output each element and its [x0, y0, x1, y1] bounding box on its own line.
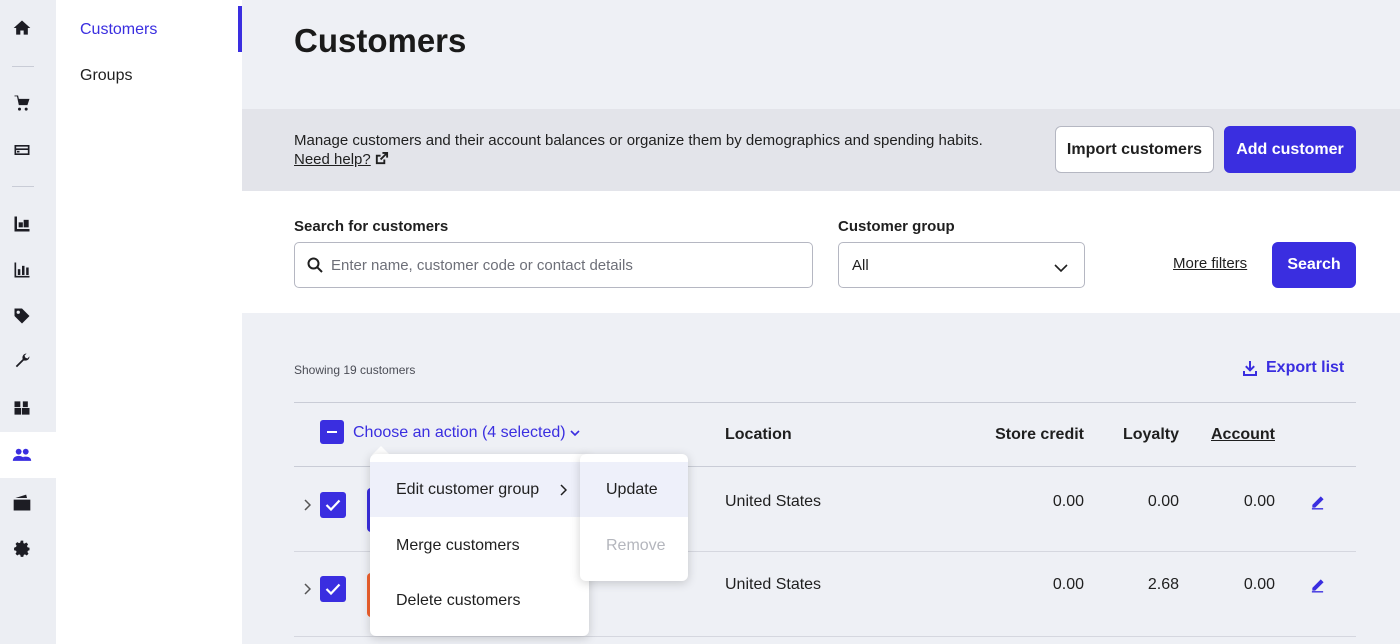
products-icon[interactable]: [10, 396, 34, 420]
customer-group-value: All: [852, 257, 869, 274]
menu-item-delete-customers[interactable]: Delete customers: [370, 573, 589, 628]
cell-loyalty: 2.68: [1147, 576, 1179, 593]
download-icon: [1243, 361, 1257, 376]
wrench-icon[interactable]: [10, 349, 34, 373]
customers-icon[interactable]: [10, 443, 34, 467]
search-button[interactable]: Search: [1272, 242, 1356, 288]
rail-divider: [12, 186, 34, 187]
check-icon: [325, 499, 341, 512]
home-icon[interactable]: [10, 16, 34, 40]
edit-pencil-icon[interactable]: [1310, 578, 1326, 594]
expand-row-chevron-icon[interactable]: [303, 582, 313, 595]
tag-icon[interactable]: [10, 304, 34, 328]
need-help-link[interactable]: Need help?: [294, 151, 371, 168]
cell-location: United States: [725, 493, 822, 510]
cell-store-credit: 0.00: [1052, 493, 1084, 510]
sub-navigation: Customers Groups: [56, 0, 242, 644]
subnav-item-groups[interactable]: Groups: [80, 67, 132, 85]
chevron-down-icon: [570, 430, 580, 437]
page-title: Customers: [294, 22, 467, 59]
external-link-icon[interactable]: [374, 151, 389, 166]
minus-icon: [327, 431, 337, 433]
choose-action-dropdown[interactable]: Choose an action (4 selected): [353, 424, 580, 442]
select-all-checkbox[interactable]: [320, 420, 344, 444]
cart-icon[interactable]: [10, 91, 34, 115]
settings-icon[interactable]: [10, 537, 34, 561]
row-checkbox[interactable]: [320, 576, 346, 602]
banner-description: Manage customers and their account balan…: [294, 132, 983, 149]
action-menu: Edit customer group Merge customers Dele…: [370, 454, 589, 636]
search-label: Search for customers: [294, 218, 449, 235]
menu-item-edit-customer-group[interactable]: Edit customer group: [370, 462, 589, 517]
register-icon[interactable]: [10, 138, 34, 162]
expand-row-chevron-icon[interactable]: [303, 498, 313, 511]
inventory-icon[interactable]: [10, 212, 34, 236]
cell-store-credit: 0.00: [1052, 576, 1084, 593]
cell-account: 0.00: [1243, 576, 1275, 593]
icon-rail: [0, 0, 56, 644]
more-filters-link[interactable]: More filters: [1173, 255, 1247, 272]
edit-pencil-icon[interactable]: [1310, 495, 1326, 511]
submenu-item-update[interactable]: Update: [580, 462, 688, 517]
menu-item-label: Edit customer group: [396, 480, 540, 498]
info-banner: Manage customers and their account balan…: [242, 109, 1400, 191]
subnav-item-customers[interactable]: Customers: [80, 21, 157, 39]
search-box: [294, 242, 813, 288]
cell-loyalty: 0.00: [1147, 493, 1179, 510]
choose-action-label: Choose an action (4 selected): [353, 424, 566, 441]
export-list-label: Export list: [1266, 359, 1345, 376]
chevron-down-icon: [1054, 260, 1068, 273]
check-icon: [325, 583, 341, 596]
chevron-right-icon: [559, 483, 568, 496]
banner-text: Manage customers and their account balan…: [294, 131, 983, 169]
add-customer-button[interactable]: Add customer: [1224, 126, 1356, 173]
row-checkbox[interactable]: [320, 492, 346, 518]
column-header-account[interactable]: Account: [1195, 426, 1275, 444]
reports-icon[interactable]: [10, 258, 34, 282]
wallet-icon[interactable]: [10, 491, 34, 515]
rail-divider: [12, 66, 34, 67]
showing-count: Showing 19 customers: [294, 363, 416, 377]
table-divider: [294, 402, 1356, 403]
row-divider: [294, 636, 1356, 637]
column-header-loyalty: Loyalty: [1122, 426, 1179, 443]
customer-group-label: Customer group: [838, 218, 955, 235]
import-customers-button[interactable]: Import customers: [1055, 126, 1214, 173]
search-panel: Search for customers Customer group All …: [242, 191, 1400, 313]
menu-item-merge-customers[interactable]: Merge customers: [370, 518, 589, 573]
edit-group-submenu: Update Remove: [580, 454, 688, 581]
cell-location: United States: [725, 576, 822, 593]
cell-account: 0.00: [1243, 493, 1275, 510]
customer-group-select[interactable]: All: [838, 242, 1085, 288]
search-input[interactable]: [331, 243, 801, 287]
column-header-store-credit: Store credit: [995, 426, 1084, 443]
search-icon: [307, 257, 323, 273]
export-list-button[interactable]: Export list: [1242, 359, 1344, 377]
column-header-location: Location: [725, 426, 792, 443]
submenu-item-remove: Remove: [606, 536, 666, 554]
